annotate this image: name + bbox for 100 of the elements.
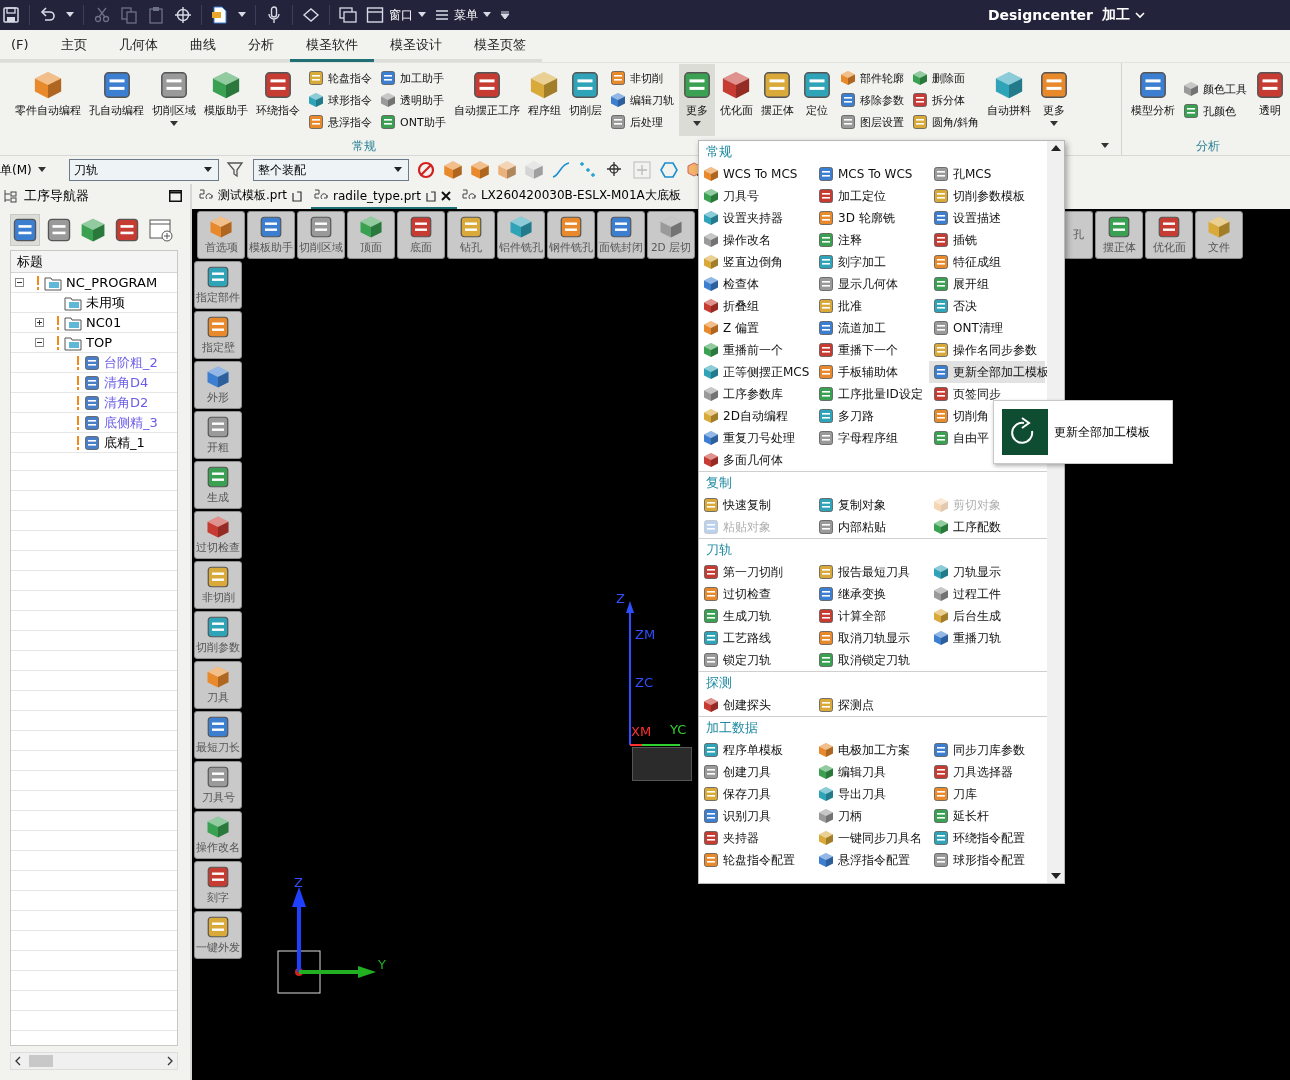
- collapse-icon[interactable]: [15, 278, 24, 287]
- menu-item[interactable]: 第一刀切削: [699, 561, 814, 583]
- toolbar-button[interactable]: 一键外发: [194, 911, 242, 959]
- window-menu-button[interactable]: 窗口: [366, 6, 426, 24]
- windows-icon[interactable]: [339, 6, 357, 24]
- menu-item[interactable]: 刀柄: [814, 805, 929, 827]
- menu-item[interactable]: 设置描述: [929, 207, 1045, 229]
- collapse-icon[interactable]: [35, 338, 44, 347]
- scope-dropdown[interactable]: 整个装配: [252, 159, 409, 181]
- ribbon-button[interactable]: 程序组: [524, 64, 564, 136]
- scrollbar[interactable]: [10, 1052, 178, 1070]
- menu-item[interactable]: 程序单模板: [699, 739, 814, 761]
- menu-item[interactable]: 工序配数: [929, 516, 1045, 538]
- tree-item-label[interactable]: 未用项: [86, 293, 125, 312]
- menu-item[interactable]: 取消锁定刀轨: [814, 649, 929, 671]
- file-tab[interactable]: LX260420030B-ESLX-M01A大底板: [458, 184, 681, 209]
- menu-item[interactable]: 工序批量ID设定: [814, 383, 929, 405]
- filter-dropdown[interactable]: 刀轨: [68, 159, 219, 181]
- copy-icon[interactable]: [120, 6, 138, 24]
- ribbon-tab[interactable]: 模圣页签: [457, 30, 542, 62]
- menu-item[interactable]: 夹持器: [699, 827, 814, 849]
- ribbon-button[interactable]: 编辑刀轨: [609, 92, 674, 108]
- menu-item[interactable]: 计算全部: [814, 605, 929, 627]
- menu-item[interactable]: 孔MCS: [929, 163, 1045, 185]
- menu-item[interactable]: 环绕指令配置: [929, 827, 1045, 849]
- menu-button[interactable]: 菜单: [435, 6, 491, 24]
- ribbon-button[interactable]: 移除参数: [839, 92, 904, 108]
- menu-item[interactable]: 锁定刀轨: [699, 649, 814, 671]
- menu-item[interactable]: 创建探头: [699, 694, 814, 716]
- menu-item[interactable]: 重复刀号处理: [699, 427, 814, 449]
- hexagon-icon[interactable]: [658, 160, 679, 180]
- menu-item[interactable]: 过切检查: [699, 583, 814, 605]
- ribbon-button[interactable]: 球形指令: [308, 92, 372, 108]
- menu-item[interactable]: 取消刀轨显示: [814, 627, 929, 649]
- tree-item-label[interactable]: 清角D4: [104, 373, 149, 392]
- toolbar-button[interactable]: 指定壁: [194, 311, 242, 359]
- toolbar-button[interactable]: 最短刀长: [194, 711, 242, 759]
- menu-item[interactable]: 注释: [814, 229, 929, 251]
- ribbon-button[interactable]: 后处理: [609, 114, 674, 130]
- menu-item[interactable]: 展开组: [929, 273, 1045, 295]
- menu-item[interactable]: Z 偏置: [699, 317, 814, 339]
- clipboard-icon[interactable]: [147, 6, 165, 24]
- menu-item[interactable]: 显示几何体: [814, 273, 929, 295]
- tree-item-label[interactable]: NC01: [86, 315, 122, 330]
- toolbar-button[interactable]: 摆正体: [1095, 211, 1143, 259]
- menu-item[interactable]: 工艺路线: [699, 627, 814, 649]
- scissors-icon[interactable]: [93, 6, 111, 24]
- toolbar-button[interactable]: 过切检查: [194, 511, 242, 559]
- toolbar-button[interactable]: 文件: [1195, 211, 1243, 259]
- ribbon-button[interactable]: 更多: [678, 64, 715, 136]
- menu-item[interactable]: 同步刀库参数: [929, 739, 1045, 761]
- menu-item[interactable]: 操作名同步参数: [929, 339, 1045, 361]
- ribbon-button[interactable]: 孔颜色: [1183, 103, 1247, 119]
- menu-item[interactable]: 悬浮指令配置: [814, 849, 929, 871]
- menu-item[interactable]: 更新全部加工模板: [929, 361, 1045, 383]
- expand-icon[interactable]: [35, 318, 44, 327]
- toolbar-button[interactable]: 生成: [194, 461, 242, 509]
- ribbon-button[interactable]: 自动拼料: [984, 64, 1035, 136]
- ribbon-button[interactable]: 切削层: [565, 64, 605, 136]
- cube-icon[interactable]: [496, 160, 517, 180]
- diamond-icon[interactable]: [302, 6, 320, 24]
- down-arrow-icon[interactable]: [1050, 873, 1061, 879]
- toolbar-button[interactable]: 优化面: [1145, 211, 1193, 259]
- ribbon-button[interactable]: 自动摆正工序: [450, 64, 523, 136]
- toolbar-button[interactable]: 非切削: [194, 561, 242, 609]
- tree-item-label[interactable]: 底精_1: [104, 433, 145, 452]
- ribbon-button[interactable]: 轮盘指令: [308, 70, 372, 86]
- menu-item[interactable]: 工序参数库: [699, 383, 814, 405]
- toolbar-button[interactable]: 刀具: [194, 661, 242, 709]
- menu-item[interactable]: 否决: [929, 295, 1045, 317]
- ribbon-button[interactable]: 拆分体: [911, 92, 980, 108]
- menu-item[interactable]: 流道加工: [814, 317, 929, 339]
- menu-item[interactable]: 3D 轮廓铣: [814, 207, 929, 229]
- menu-item[interactable]: 批准: [814, 295, 929, 317]
- menu-item[interactable]: 导出刀具: [814, 783, 929, 805]
- menu-item[interactable]: ONT清理: [929, 317, 1045, 339]
- ribbon-button[interactable]: 摆正体: [757, 64, 797, 136]
- menu-item[interactable]: 刀轨显示: [929, 561, 1045, 583]
- menu-item[interactable]: 插铣: [929, 229, 1045, 251]
- menu-item[interactable]: 球形指令配置: [929, 849, 1045, 871]
- ribbon-button[interactable]: 零件自动编程: [12, 64, 84, 136]
- toolbar-button[interactable]: 底面: [397, 211, 445, 259]
- ribbon-button[interactable]: 删除面: [911, 70, 980, 86]
- toolbar-button[interactable]: 钻孔: [447, 211, 495, 259]
- ribbon-button[interactable]: 透明助手: [380, 92, 446, 108]
- menu-item[interactable]: 延长杆: [929, 805, 1045, 827]
- menu-item[interactable]: 重播下一个: [814, 339, 929, 361]
- surface-icon[interactable]: [469, 160, 490, 180]
- ribbon-tab[interactable]: (F): [0, 30, 45, 62]
- mode-dropdown[interactable]: 加工: [1102, 6, 1145, 24]
- ribbon-button[interactable]: 图层设置: [839, 114, 904, 130]
- ribbon-button[interactable]: 非切削: [609, 70, 674, 86]
- menu-item[interactable]: 重播刀轨: [929, 627, 1045, 649]
- toolbar-button[interactable]: 顶面: [347, 211, 395, 259]
- menu-item[interactable]: 后台生成: [929, 605, 1045, 627]
- save-icon[interactable]: [2, 6, 20, 24]
- ribbon-tab[interactable]: 模圣软件: [289, 30, 374, 62]
- ribbon-button[interactable]: 环绕指令: [253, 64, 303, 136]
- menu-item[interactable]: 识别刀具: [699, 805, 814, 827]
- menu-item[interactable]: 加工定位: [814, 185, 929, 207]
